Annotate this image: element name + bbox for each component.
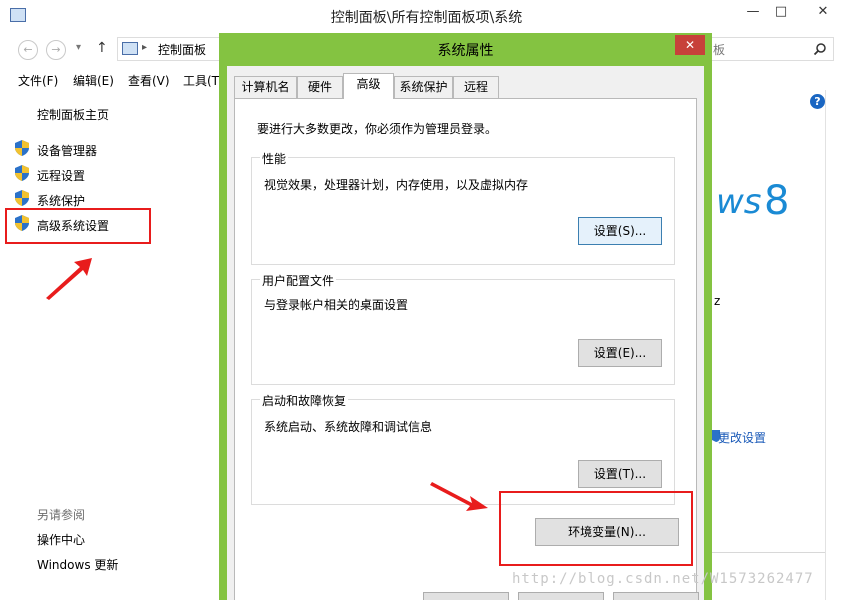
shield-icon <box>15 140 29 156</box>
performance-group: 性能 视觉效果，处理器计划，内存使用，以及虚拟内存 设置(S)... <box>251 150 675 265</box>
section-divider <box>712 552 825 553</box>
see-also-heading: 另请参阅 <box>37 508 86 522</box>
main-title-bar: 控制面板\所有控制面板项\系统 — □ ✕ <box>0 0 853 32</box>
right-content-pane: ? ws 8 z 更改设置 <box>712 90 853 600</box>
main-window-title: 控制面板\所有控制面板项\系统 <box>330 10 523 26</box>
address-bar[interactable]: ▸ 控制面板 <box>117 37 227 61</box>
tab-system-protection[interactable]: 系统保护 <box>394 76 453 98</box>
minimize-button[interactable]: — <box>740 2 766 22</box>
performance-group-label: 性能 <box>260 150 289 167</box>
path-separator-icon: ▸ <box>142 42 148 53</box>
shield-icon <box>15 165 29 181</box>
tab-remote[interactable]: 远程 <box>453 76 499 98</box>
partial-spec-text: z <box>714 294 721 308</box>
sidebar-item-device-manager[interactable]: 设备管理器 <box>37 142 97 159</box>
performance-settings-button[interactable]: 设置(S)... <box>578 217 662 245</box>
left-nav-pane: 控制面板主页 设备管理器 远程设置 系统保护 高级系统设置 另请参阅 操作中心 … <box>0 90 219 600</box>
menu-edit[interactable]: 编辑(E) <box>73 72 114 89</box>
search-icon[interactable] <box>813 42 827 56</box>
menu-tools[interactable]: 工具(T) <box>183 72 224 89</box>
search-box[interactable]: 板 <box>700 37 834 61</box>
maximize-button[interactable]: □ <box>768 2 794 22</box>
startup-recovery-group-label: 启动和故障恢复 <box>260 392 349 409</box>
watermark-text: http://blog.csdn.net/W1573262477 <box>512 571 814 587</box>
ok-button[interactable] <box>423 592 509 600</box>
close-button[interactable]: ✕ <box>800 2 846 22</box>
search-placeholder: 板 <box>713 43 726 57</box>
annotation-highlight-box <box>499 491 693 566</box>
address-path-segment[interactable]: 控制面板 <box>158 41 206 58</box>
action-center-link[interactable]: 操作中心 <box>37 531 85 548</box>
recent-dropdown-icon[interactable]: ▾ <box>76 42 81 53</box>
forward-button[interactable]: → <box>46 40 66 60</box>
cancel-button[interactable] <box>518 592 604 600</box>
sidebar-item-remote-settings[interactable]: 远程设置 <box>37 167 85 184</box>
windows-brand-text: ws <box>716 182 762 222</box>
tab-hardware[interactable]: 硬件 <box>297 76 343 98</box>
shield-icon <box>15 190 29 206</box>
dialog-title: 系统属性 <box>437 43 494 59</box>
windows-brand-number: 8 <box>764 178 790 224</box>
menu-view[interactable]: 查看(V) <box>128 72 170 89</box>
back-button[interactable]: ← <box>18 40 38 60</box>
scrollbar-divider <box>825 90 826 600</box>
tab-advanced[interactable]: 高级 <box>343 73 394 99</box>
startup-recovery-description: 系统启动、系统故障和调试信息 <box>264 420 433 434</box>
annotation-highlight-box <box>5 208 151 244</box>
help-icon[interactable]: ? <box>810 94 825 109</box>
up-button[interactable]: ↑ <box>96 40 108 56</box>
tab-computer-name[interactable]: 计算机名 <box>234 76 297 98</box>
performance-description: 视觉效果，处理器计划，内存使用，以及虚拟内存 <box>264 178 529 192</box>
user-profiles-settings-button[interactable]: 设置(E)... <box>578 339 662 367</box>
sidebar-item-system-protection[interactable]: 系统保护 <box>37 192 85 209</box>
annotation-arrow-icon <box>46 258 92 300</box>
change-settings-link[interactable]: 更改设置 <box>718 429 766 446</box>
user-profiles-group-label: 用户配置文件 <box>260 272 337 289</box>
dialog-close-button[interactable]: ✕ <box>675 35 705 55</box>
annotation-arrow-icon <box>430 482 488 511</box>
user-profiles-description: 与登录帐户相关的桌面设置 <box>264 298 409 312</box>
apply-button[interactable] <box>613 592 699 600</box>
menu-file[interactable]: 文件(F) <box>18 72 58 89</box>
startup-recovery-settings-button[interactable]: 设置(T)... <box>578 460 662 488</box>
user-profiles-group: 用户配置文件 与登录帐户相关的桌面设置 设置(E)... <box>251 272 675 385</box>
windows-update-link[interactable]: Windows 更新 <box>37 556 118 573</box>
dialog-title-bar: 系统属性 ✕ <box>219 33 712 63</box>
control-panel-home-link[interactable]: 控制面板主页 <box>37 106 109 123</box>
admin-notice: 要进行大多数更改，你必须作为管理员登录。 <box>257 122 498 136</box>
control-panel-icon <box>122 42 138 55</box>
